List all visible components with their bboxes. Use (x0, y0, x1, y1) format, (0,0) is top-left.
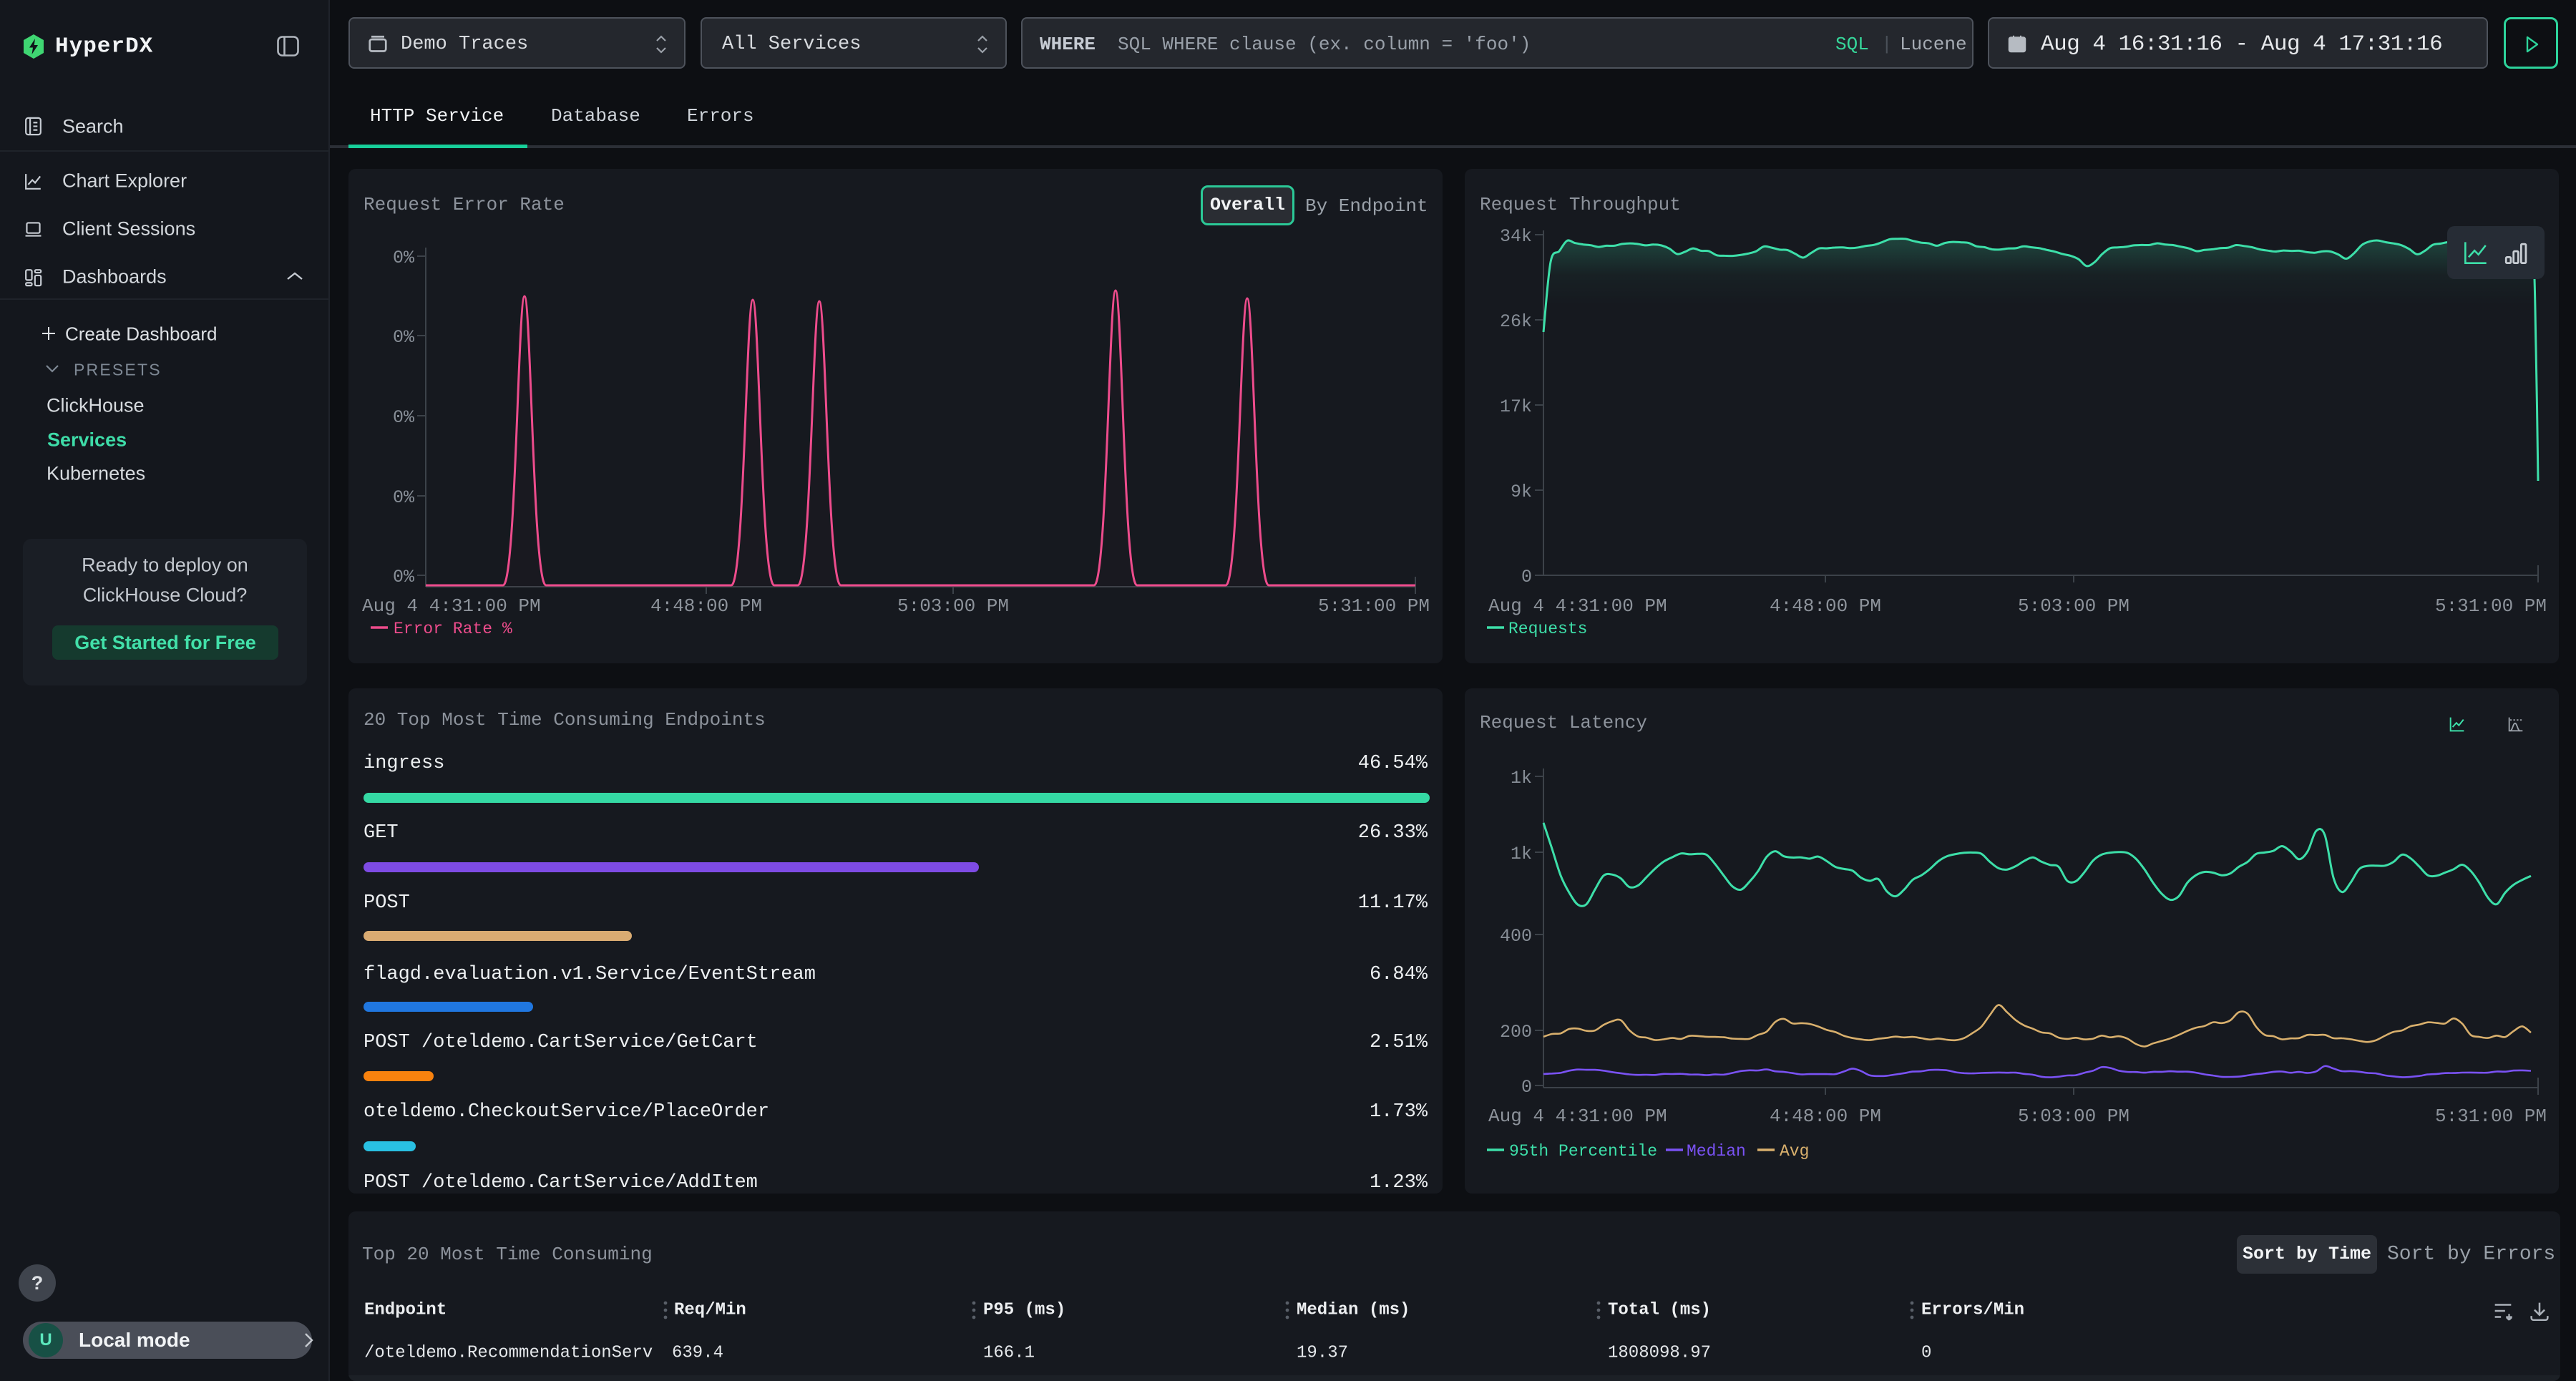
svg-text:26k: 26k (1500, 311, 1532, 332)
svg-text:5:03:00 PM: 5:03:00 PM (2018, 595, 2129, 617)
svg-text:Median: Median (1687, 1142, 1746, 1161)
svg-text:5:03:00 PM: 5:03:00 PM (897, 595, 1009, 617)
svg-text:0%: 0% (393, 407, 415, 428)
svg-text:5:03:00 PM: 5:03:00 PM (2018, 1106, 2129, 1127)
svg-text:Aug 4 4:31:00 PM: Aug 4 4:31:00 PM (362, 595, 541, 617)
svg-text:17k: 17k (1500, 396, 1532, 417)
svg-text:34k: 34k (1500, 226, 1532, 247)
svg-text:Error Rate %: Error Rate % (394, 620, 512, 638)
svg-text:0%: 0% (393, 327, 415, 348)
svg-text:Requests: Requests (1508, 620, 1587, 638)
svg-text:4:48:00 PM: 4:48:00 PM (1770, 595, 1881, 617)
svg-text:Avg: Avg (1780, 1142, 1809, 1161)
svg-text:0%: 0% (393, 487, 415, 508)
svg-text:9k: 9k (1511, 482, 1532, 502)
svg-text:4:48:00 PM: 4:48:00 PM (650, 595, 762, 617)
svg-text:400: 400 (1500, 926, 1532, 947)
svg-text:4:48:00 PM: 4:48:00 PM (1770, 1106, 1881, 1127)
svg-text:5:31:00 PM: 5:31:00 PM (2435, 1106, 2547, 1127)
svg-text:0%: 0% (393, 248, 415, 268)
svg-text:1k: 1k (1511, 768, 1532, 789)
svg-text:0: 0 (1521, 1077, 1532, 1098)
svg-text:0: 0 (1521, 567, 1532, 587)
svg-text:Aug 4 4:31:00 PM: Aug 4 4:31:00 PM (1488, 1106, 1667, 1127)
svg-text:1k: 1k (1511, 844, 1532, 864)
svg-text:95th Percentile: 95th Percentile (1509, 1142, 1657, 1161)
svg-text:5:31:00 PM: 5:31:00 PM (2435, 595, 2547, 617)
svg-text:5:31:00 PM: 5:31:00 PM (1318, 595, 1430, 617)
svg-text:0%: 0% (393, 567, 415, 587)
svg-text:200: 200 (1500, 1022, 1532, 1043)
svg-text:Aug 4 4:31:00 PM: Aug 4 4:31:00 PM (1488, 595, 1667, 617)
